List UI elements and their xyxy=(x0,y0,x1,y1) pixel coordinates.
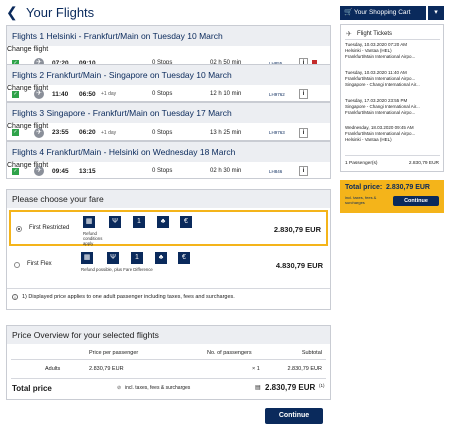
selected-check-icon: ✓ xyxy=(12,129,19,136)
stops: 0 Stops xyxy=(152,91,173,97)
continue-button[interactable]: Continue xyxy=(265,408,323,424)
shopping-cart-header[interactable]: 🛒 Your Shopping Cart ▾ xyxy=(340,6,444,20)
fare-radio[interactable] xyxy=(14,262,20,268)
fare-price: 4.830,79 EUR xyxy=(275,261,323,270)
flight-number[interactable]: LH9762 xyxy=(269,92,285,97)
total-label: Total price xyxy=(12,384,52,393)
passenger-price: 2.830,79 EUR xyxy=(408,161,439,166)
cart-panel: ✈ Flight Tickets Tuesday, 10.03.2020 07:… xyxy=(340,24,444,172)
cart-item-1: Tuesday, 10.03.2020 07:20 AM Helsinki - … xyxy=(345,42,415,60)
cart-total-value: 2.830,79 EUR xyxy=(386,184,430,191)
adults-price: 2.830,79 EUR xyxy=(89,366,124,372)
back-arrow-icon[interactable]: ❮ xyxy=(6,5,20,19)
arrival-day-note: +1 day xyxy=(101,129,117,136)
flight-card-2: Flights 2 Frankfurt/Main - Singapore on … xyxy=(6,64,331,102)
fare-name: First Restricted xyxy=(29,225,70,231)
flight-card-3: Flights 3 Singapore - Frankfurt/Main on … xyxy=(6,102,331,141)
flight-title: Flights 2 Frankfurt/Main - Singapore on … xyxy=(12,70,232,80)
receipt-icon: ▤ xyxy=(255,385,261,391)
adults-count: × 1 xyxy=(252,366,260,372)
cart-item-to: Frankfurt/Main International Airpo... xyxy=(345,54,416,59)
baggage-icon: 1 xyxy=(131,252,143,264)
lounge-icon: ♣ xyxy=(157,216,169,228)
meal-icon: Ψ xyxy=(107,252,119,264)
seat-icon: ▦ xyxy=(83,216,95,228)
cart-icon: 🛒 xyxy=(344,9,353,16)
fare-selection-panel: Please choose your fare First Restricted… xyxy=(6,189,331,310)
cart-total-panel: Total price: 2.830,79 EUR incl. taxes, f… xyxy=(340,180,444,213)
price-overview-panel: Price Overview for your selected flights… xyxy=(6,325,331,400)
refund-icon: € xyxy=(178,252,190,264)
fare-option-first-restricted[interactable]: First Restricted ▦ Ψ 1 ♣ € Refund condit… xyxy=(9,210,328,246)
duration: 02 h 30 min xyxy=(210,168,242,174)
seat-icon: ▦ xyxy=(81,252,93,264)
plane-icon: ✈ xyxy=(346,31,352,38)
meal-icon: Ψ xyxy=(109,216,121,228)
cart-total-label: Total price: xyxy=(345,184,383,191)
stops: 0 Stops xyxy=(152,168,173,174)
info-icon[interactable]: i xyxy=(299,127,308,138)
selected-check-icon: ✓ xyxy=(12,167,19,175)
col-pax-header: No. of passengers xyxy=(207,350,252,356)
total-note: incl. taxes, fees & surcharges xyxy=(125,385,191,391)
fare-radio[interactable] xyxy=(16,226,22,232)
total-footnote-ref: (1) xyxy=(319,383,325,388)
refund-icon: € xyxy=(180,216,192,228)
flight-title: Flights 3 Singapore - Frankfurt/Main on … xyxy=(12,108,232,118)
col-subtotal-header: Subtotal xyxy=(301,350,322,356)
cart-item-to: Helsinki - Vantaa (HEL) xyxy=(345,137,392,142)
flight-number[interactable]: LH846 xyxy=(269,169,282,174)
cart-total-note: incl. taxes, fees & surcharges xyxy=(345,195,377,205)
arrival-time: 06:20 xyxy=(79,129,96,136)
flight-number[interactable]: LH9763 xyxy=(269,130,285,135)
adults-label: Adults xyxy=(45,366,61,372)
plane-icon: ✈ xyxy=(34,127,44,138)
fare-note: Refund possible, plus Fare Difference xyxy=(81,267,153,272)
passenger-count: 1 Passenger(s) xyxy=(345,161,378,166)
fare-name: First Flex xyxy=(27,261,52,267)
baggage-icon: 1 xyxy=(133,216,145,228)
selected-check-icon: ✓ xyxy=(12,90,19,98)
plane-icon: ✈ xyxy=(34,166,44,176)
departure-time: 09:45 xyxy=(52,167,69,175)
cart-item-4: Wednesday, 18.03.2020 09:45 AM Frankfurt… xyxy=(345,125,415,143)
info-circle-icon: i xyxy=(12,294,18,300)
duration: 12 h 10 min xyxy=(210,91,242,97)
fare-note: Refund conditions apply xyxy=(83,231,103,246)
cart-item-to: Singapore - Changi International Air... xyxy=(345,82,420,87)
cart-continue-button[interactable]: Continue xyxy=(393,196,439,206)
arrival-time: 06:50 xyxy=(79,90,96,98)
tickets-title: Flight Tickets xyxy=(357,31,393,37)
fare-heading: Please choose your fare xyxy=(7,190,330,208)
departure-time: 23:55 xyxy=(52,129,69,136)
adults-subtotal: 2.830,79 EUR xyxy=(287,366,322,372)
duration: 13 h 25 min xyxy=(210,129,242,136)
page-header: ❮ Your Flights xyxy=(6,2,331,22)
col-price-header: Price per passenger xyxy=(89,350,139,356)
fare-footnote: 1) Displayed price applies to one adult … xyxy=(22,294,235,300)
fare-price: 2.830,79 EUR xyxy=(273,225,321,234)
flight-card-4: Flights 4 Frankfurt/Main - Helsinki on W… xyxy=(6,141,331,179)
cart-item-to: Frankfurt/Main International Airpo... xyxy=(345,110,416,115)
plane-icon: ✈ xyxy=(34,89,44,99)
cart-title: Your Shopping Cart xyxy=(354,9,411,16)
total-value: 2.830,79 EUR xyxy=(265,383,316,392)
cart-item-2: Tuesday, 10.03.2020 11:40 AM Frankfurt/M… xyxy=(345,70,420,88)
cart-item-3: Tuesday, 17.03.2020 23:55 PM Singapore -… xyxy=(345,98,420,116)
departure-time: 11:40 xyxy=(52,90,69,98)
fare-option-first-flex[interactable]: First Flex ▦ Ψ 1 ♣ € Refund possible, pl… xyxy=(9,248,328,284)
lounge-icon: ♣ xyxy=(155,252,167,264)
arrival-day-note: +1 day xyxy=(101,91,117,97)
arrival-time: 13:15 xyxy=(79,167,96,175)
stops: 0 Stops xyxy=(152,129,173,136)
flight-title: Flights 4 Frankfurt/Main - Helsinki on W… xyxy=(12,147,236,157)
overview-heading: Price Overview for your selected flights xyxy=(7,326,330,344)
info-icon[interactable]: i xyxy=(299,166,308,176)
cart-collapse-icon[interactable]: ▾ xyxy=(428,6,444,20)
page-title: Your Flights xyxy=(26,4,95,20)
info-icon[interactable]: i xyxy=(299,89,308,99)
flight-title: Flights 1 Helsinki - Frankfurt/Main on T… xyxy=(12,31,223,41)
tag-icon: ⊘ xyxy=(117,385,122,391)
